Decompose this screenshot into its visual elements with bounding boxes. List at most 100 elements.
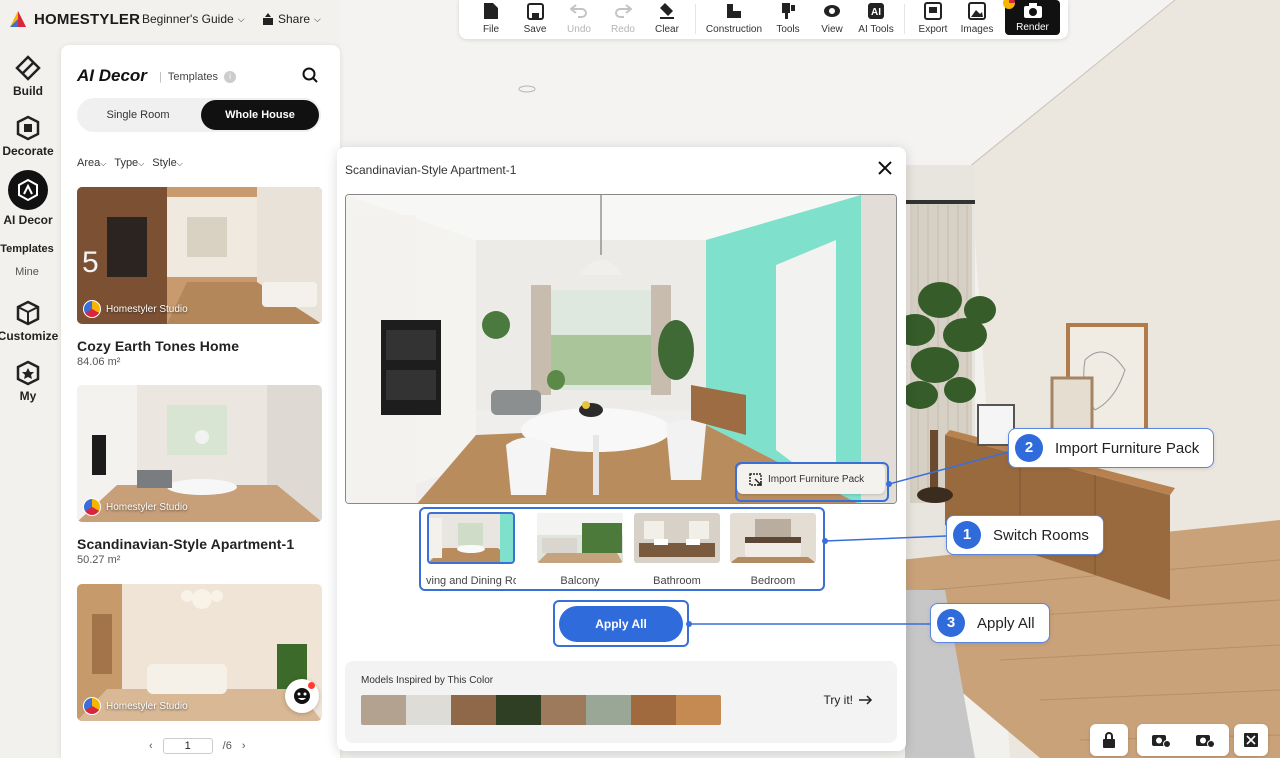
filter-style[interactable]: Style⌵ [152, 157, 183, 169]
tab-whole-house[interactable]: Whole House [201, 100, 319, 130]
rail-label-build: Build [13, 84, 43, 98]
ai-decor-icon [8, 170, 48, 210]
templates-label: Templates [167, 71, 218, 83]
title-divider: | [159, 71, 162, 83]
fullscreen-button[interactable] [1234, 724, 1268, 756]
file-label: File [482, 24, 500, 35]
room-tab-bathroom[interactable]: Bathroom [632, 513, 722, 587]
close-button[interactable] [878, 161, 892, 180]
import-label: Import Furniture Pack [768, 473, 865, 485]
color-swatch[interactable] [541, 695, 586, 725]
tools-button[interactable]: Tools [766, 0, 810, 35]
callout-text: Apply All [977, 614, 1035, 632]
panel-subtitle: | Templates i [159, 71, 236, 83]
beginners-guide-menu[interactable]: Beginner's Guide ⌵ [142, 12, 245, 26]
room-tab-living-dining[interactable]: ving and Dining Room [426, 512, 516, 587]
rail-sub-mine[interactable]: Mine [0, 266, 54, 278]
dialog-title: Scandinavian-Style Apartment-1 [345, 163, 517, 177]
file-button[interactable]: File [469, 0, 513, 35]
panel-title: AI Decor [77, 66, 147, 85]
callout-text: Import Furniture Pack [1055, 439, 1200, 457]
redo-button[interactable]: Redo [601, 0, 645, 35]
room-preview-image [345, 194, 897, 504]
color-swatch[interactable] [676, 695, 721, 725]
brand[interactable]: HOMESTYLER [8, 9, 140, 29]
construction-button[interactable]: Construction [702, 0, 766, 35]
rail-item-ai-decor[interactable]: AI Decor [0, 170, 56, 227]
author-name: Homestyler Studio [106, 303, 188, 315]
apply-all-button[interactable]: Apply All [559, 606, 683, 642]
images-label: Images [960, 24, 994, 35]
template-card[interactable]: 5 Homestyler Studio Cozy Earth Tones Hom… [77, 187, 322, 368]
rail-item-customize[interactable]: Customize [0, 300, 58, 343]
undo-button[interactable]: Undo [557, 0, 601, 35]
color-swatch[interactable] [586, 695, 631, 725]
color-swatch[interactable] [406, 695, 451, 725]
ai-tools-label: AI Tools [858, 24, 894, 35]
import-furniture-pack-button[interactable]: Import Furniture Pack [737, 464, 885, 494]
save-label: Save [523, 24, 547, 35]
color-swatch[interactable] [361, 695, 406, 725]
tab-single-room[interactable]: Single Room [77, 98, 199, 132]
images-button[interactable]: Images [955, 0, 999, 35]
main-toolbar: File Save Undo Redo Clear Construction T… [459, 0, 1068, 39]
rail-item-build[interactable]: Build [0, 55, 56, 98]
render-button[interactable]: Render [1003, 0, 1060, 35]
filter-area[interactable]: Area⌵ [77, 157, 106, 169]
author-avatar [83, 498, 101, 516]
room-thumbnail [427, 512, 515, 564]
room-tab-bedroom[interactable]: Bedroom [728, 513, 818, 587]
share-menu[interactable]: Share ⌵ [262, 12, 321, 26]
chevron-down-icon: ⌵ [237, 13, 245, 24]
export-button[interactable]: Export [911, 0, 955, 35]
view-label: View [821, 24, 843, 35]
my-icon [15, 360, 41, 386]
ai-tools-icon: AI [867, 2, 885, 20]
lock-button[interactable] [1090, 724, 1128, 756]
callout-number: 1 [953, 521, 981, 549]
camera-add-icon[interactable] [1151, 732, 1171, 748]
toolbar-divider [904, 4, 905, 34]
assistant-chat-button[interactable] [285, 679, 319, 713]
room-label: ving and Dining Room [426, 575, 516, 587]
ai-tools-button[interactable]: AI AI Tools [854, 0, 898, 35]
lock-icon [1103, 732, 1115, 748]
decorate-icon [15, 115, 41, 141]
chevron-down-icon: ⌵ [314, 13, 321, 24]
save-button[interactable]: Save [513, 0, 557, 35]
template-area: 50.27 m² [77, 554, 121, 566]
template-title: Cozy Earth Tones Home [77, 338, 240, 354]
prev-page-icon[interactable]: ‹ [149, 740, 153, 752]
svg-text:5: 5 [82, 246, 99, 279]
room-thumbnail [634, 513, 720, 563]
room-tab-balcony[interactable]: Balcony [535, 513, 625, 587]
camera-settings-icon[interactable] [1195, 732, 1215, 748]
color-swatches[interactable] [361, 695, 721, 725]
export-label: Export [918, 24, 948, 35]
info-icon[interactable]: i [224, 71, 236, 83]
try-it-label: Try it! [823, 693, 853, 707]
color-swatch[interactable] [451, 695, 496, 725]
try-it-button[interactable]: Try it! [823, 693, 873, 707]
eye-icon [823, 2, 841, 20]
rail-sub-templates[interactable]: Templates [0, 243, 54, 255]
filter-type[interactable]: Type⌵ [114, 157, 144, 169]
callout-text: Switch Rooms [993, 526, 1089, 544]
tools-label: Tools [776, 24, 800, 35]
color-swatch[interactable] [496, 695, 541, 725]
page-input[interactable]: 1 [162, 738, 213, 754]
redo-label: Redo [611, 24, 635, 35]
clear-button[interactable]: Clear [645, 0, 689, 35]
export-icon [924, 2, 942, 20]
chevron-down-icon: ⌵ [138, 159, 145, 168]
template-card[interactable]: Homestyler Studio Scandinavian-Style Apa… [77, 385, 322, 566]
undo-icon [570, 2, 588, 20]
view-button[interactable]: View [810, 0, 854, 35]
author-badge: Homestyler Studio [83, 697, 188, 715]
rail-item-decorate[interactable]: Decorate [0, 115, 56, 158]
rail-item-my[interactable]: My [0, 360, 56, 403]
search-button[interactable] [302, 67, 318, 88]
next-page-icon[interactable]: › [242, 740, 246, 752]
color-swatch[interactable] [631, 695, 676, 725]
callout-import-furniture-pack: 2 Import Furniture Pack [1008, 428, 1215, 468]
